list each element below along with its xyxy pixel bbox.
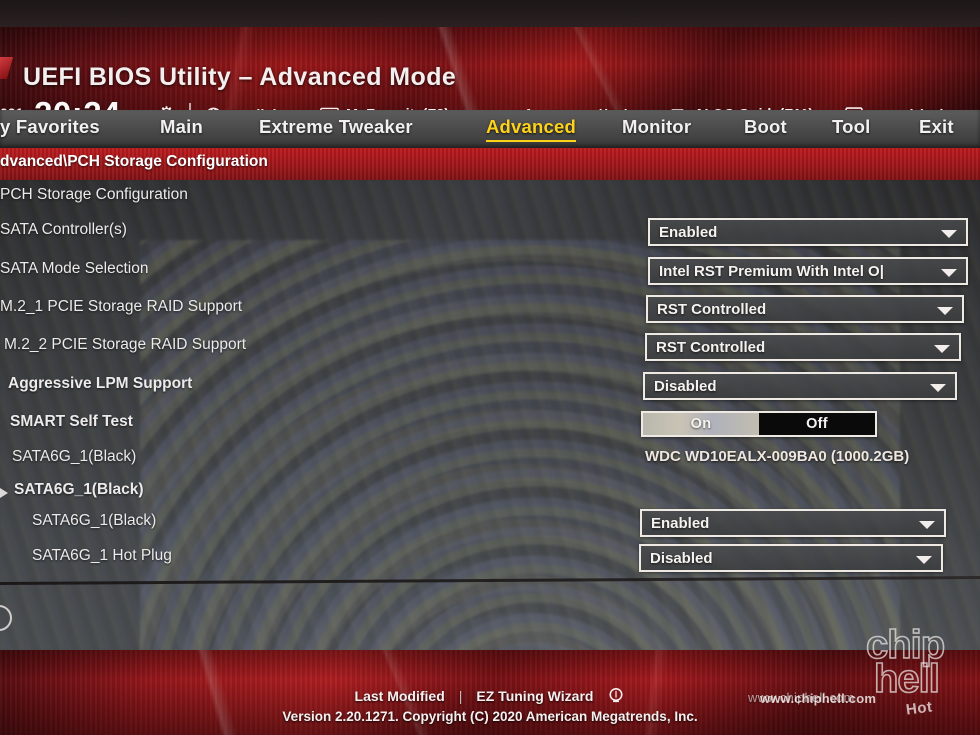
breadcrumb-bar: dvanced\PCH Storage Configuration	[0, 148, 980, 180]
row-sata6g-1-hotplug: SATA6G_1 Hot Plug Disabled	[0, 544, 980, 577]
row-smart-self-test: SMART Self Test On Off	[0, 411, 980, 443]
chevron-down-icon	[937, 307, 953, 315]
chevron-down-icon	[934, 345, 950, 353]
tab-my-favorites[interactable]: y Favorites	[0, 116, 100, 138]
tab-main[interactable]: Main	[160, 116, 203, 138]
last-modified-button[interactable]: Last Modified	[355, 688, 445, 704]
sata6g-1-hotplug-label: SATA6G_1 Hot Plug	[32, 547, 172, 564]
submenu-arrow-icon	[0, 488, 8, 498]
row-section-title: PCH Storage Configuration	[0, 186, 980, 216]
chevron-down-icon	[919, 521, 935, 529]
sata-mode-value: Intel RST Premium With Intel O|	[659, 262, 884, 280]
panel-shade-line	[0, 576, 980, 585]
chevron-down-icon	[916, 556, 932, 564]
m2-2-raid-label: M.2_2 PCIE Storage RAID Support	[4, 336, 247, 353]
sata-controllers-value: Enabled	[659, 223, 718, 241]
clock-text: 20:24	[34, 95, 121, 110]
header-info-row: 021 20:24 ⚙ English	[0, 95, 980, 110]
brand-glyph-icon	[0, 57, 14, 79]
toggle-on-option[interactable]: On	[643, 413, 759, 435]
watermark-url: www.chiphell.com	[760, 691, 877, 706]
chevron-down-icon	[941, 269, 957, 277]
header-divider	[189, 103, 191, 110]
tab-monitor[interactable]: Monitor	[622, 116, 691, 138]
m2-2-raid-value: RST Controlled	[656, 338, 766, 356]
row-m2-2-raid: M.2_2 PCIE Storage RAID Support RST Cont…	[0, 333, 980, 366]
toggle-off-option[interactable]: Off	[759, 413, 875, 435]
tab-boot[interactable]: Boot	[744, 116, 787, 138]
menu-tab-bar: y Favorites Main Extreme Tweaker Advance…	[0, 110, 980, 148]
m2-2-raid-dropdown[interactable]: RST Controlled	[645, 333, 961, 361]
row-sata6g-1-submenu[interactable]: SATA6G_1(Black)	[0, 481, 980, 511]
m2-1-raid-label: M.2_1 PCIE Storage RAID Support	[0, 298, 243, 315]
row-sata6g-1-drive: SATA6G_1(Black) WDC WD10EALX-009BA0 (100…	[0, 448, 980, 478]
tab-advanced[interactable]: Advanced	[486, 116, 577, 142]
aggressive-lpm-dropdown[interactable]: Disabled	[643, 372, 957, 400]
header-bar: UEFI BIOS Utility – Advanced Mode 021 20…	[0, 27, 980, 110]
settings-panel: PCH Storage Configuration SATA Controlle…	[0, 180, 980, 650]
row-sata-mode: SATA Mode Selection Intel RST Premium Wi…	[0, 257, 980, 290]
chevron-down-icon	[930, 384, 946, 392]
ez-tuning-wizard-button[interactable]: EZ Tuning Wizard	[476, 688, 593, 704]
row-sata6g-1-enable: SATA6G_1(Black) Enabled	[0, 509, 980, 542]
sata-controllers-dropdown[interactable]: Enabled	[648, 218, 968, 246]
smart-self-test-label: SMART Self Test	[10, 413, 133, 430]
sata-controllers-label: SATA Controller(s)	[0, 221, 127, 238]
lightbulb-icon[interactable]	[607, 687, 625, 705]
gear-icon[interactable]: ⚙	[158, 103, 175, 110]
row-m2-1-raid: M.2_1 PCIE Storage RAID Support RST Cont…	[0, 295, 980, 328]
section-title: PCH Storage Configuration	[0, 186, 188, 203]
row-aggressive-lpm: Aggressive LPM Support Disabled	[0, 372, 980, 405]
bios-screen: UEFI BIOS Utility – Advanced Mode 021 20…	[0, 0, 980, 735]
sata6g-1-enable-dropdown[interactable]: Enabled	[640, 509, 946, 537]
sata6g-1-submenu-label: SATA6G_1(Black)	[14, 481, 144, 498]
footer-separator: |	[458, 688, 463, 704]
sata6g-1-hotplug-value: Disabled	[650, 549, 713, 567]
sata6g-1-enable-label: SATA6G_1(Black)	[32, 512, 157, 529]
row-sata-controllers: SATA Controller(s) Enabled	[0, 218, 980, 251]
breadcrumb: dvanced\PCH Storage Configuration	[0, 153, 268, 170]
tab-exit[interactable]: Exit	[919, 116, 954, 138]
sata6g-1-hotplug-dropdown[interactable]: Disabled	[639, 544, 943, 572]
monitor-bezel	[0, 0, 980, 27]
sata6g-1-label: SATA6G_1(Black)	[12, 448, 137, 465]
sata6g-1-enable-value: Enabled	[651, 514, 710, 532]
aggressive-lpm-value: Disabled	[654, 377, 717, 395]
chevron-down-icon	[941, 230, 957, 238]
cropped-icon	[0, 605, 12, 631]
drive-info-text: WDC WD10EALX-009BA0 (1000.2GB)	[645, 448, 910, 465]
tab-tool[interactable]: Tool	[832, 116, 870, 138]
m2-1-raid-value: RST Controlled	[657, 300, 767, 318]
smart-self-test-toggle[interactable]: On Off	[641, 411, 877, 437]
version-copyright-text: Version 2.20.1271. Copyright (C) 2020 Am…	[282, 709, 698, 724]
tab-extreme-tweaker[interactable]: Extreme Tweaker	[259, 116, 413, 138]
page-title: UEFI BIOS Utility – Advanced Mode	[23, 63, 457, 91]
sata-mode-dropdown[interactable]: Intel RST Premium With Intel O|	[648, 257, 968, 285]
sata-mode-label: SATA Mode Selection	[0, 260, 149, 277]
m2-1-raid-dropdown[interactable]: RST Controlled	[646, 295, 964, 323]
aggressive-lpm-label: Aggressive LPM Support	[8, 375, 193, 392]
